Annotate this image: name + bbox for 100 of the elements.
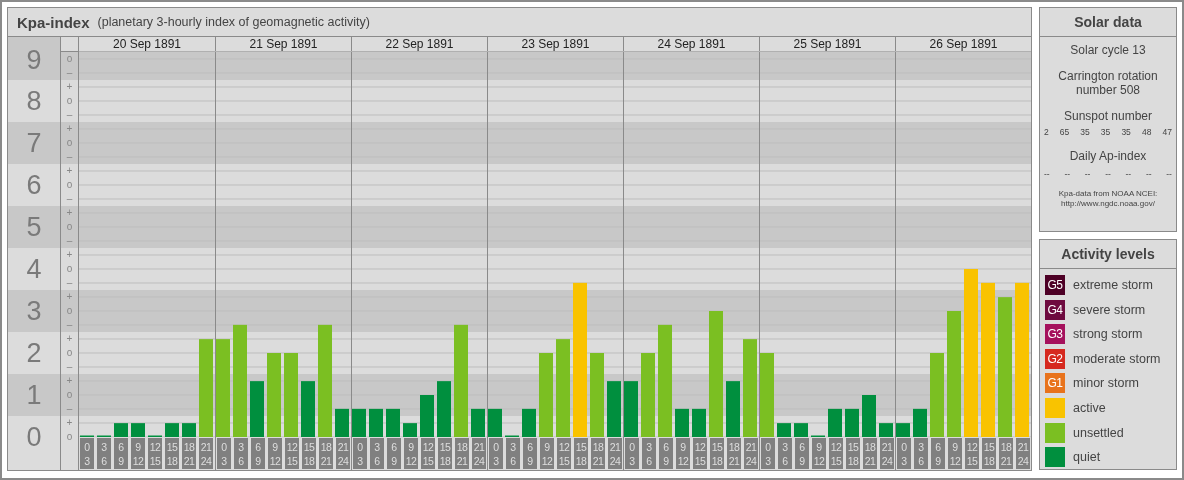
date-label: 23 Sep 1891 <box>487 37 623 51</box>
kp-bar <box>301 381 315 437</box>
level-label: active <box>1073 400 1106 415</box>
panel-subtitle: (planetary 3-hourly index of geomagnetic activity) <box>97 15 370 29</box>
ap-index-value: -- <box>1125 169 1132 179</box>
time-slot-label: 15 18 <box>846 438 860 469</box>
carrington-rotation-text: Carrington rotation number 508 <box>1057 69 1159 97</box>
tick-mark-label: + <box>65 80 74 94</box>
time-slot-label: 3 6 <box>97 438 111 469</box>
kp-bar <box>250 381 264 437</box>
time-slot-label: 3 6 <box>506 438 520 469</box>
time-slot-label: 3 6 <box>778 438 792 469</box>
time-slot-label: 15 18 <box>710 438 724 469</box>
kp-bar <box>692 408 706 437</box>
ap-index-value: -- <box>1105 169 1111 179</box>
tick-mark-label: o <box>65 430 74 444</box>
tick-mark-label: – <box>65 150 74 164</box>
time-slot-label: 3 6 <box>370 438 384 469</box>
kp-bar <box>114 423 128 437</box>
time-slot-label: 6 9 <box>523 438 537 469</box>
kp-bar <box>879 423 893 437</box>
kp-bar <box>624 381 638 437</box>
time-slot-label: 0 3 <box>80 438 94 469</box>
time-slot-label: 21 24 <box>1016 438 1030 469</box>
time-slot-label: 18 21 <box>182 438 196 469</box>
time-slot-label: 12 15 <box>829 438 843 469</box>
date-label: 24 Sep 1891 <box>623 37 759 51</box>
level-label: 8 <box>26 86 42 116</box>
kp-bar <box>471 408 485 437</box>
level-swatch: G1 <box>1045 373 1065 394</box>
time-slot-label: 12 15 <box>693 438 707 469</box>
kp-bar <box>777 423 791 437</box>
time-slot-label: 12 15 <box>557 438 571 469</box>
level-label: 6 <box>26 170 42 200</box>
time-slot-label: 18 21 <box>455 438 469 469</box>
time-slot-label: 6 9 <box>795 438 809 469</box>
time-slot-label: 6 9 <box>114 438 128 469</box>
time-slot-label: 21 24 <box>336 438 350 469</box>
time-slot-label: 15 18 <box>574 438 588 469</box>
time-slot-label: 6 9 <box>931 438 945 469</box>
time-slot-label: 21 24 <box>608 438 622 469</box>
tick-mark-label: + <box>65 164 74 178</box>
time-slot-label: 0 3 <box>625 438 639 469</box>
tick-mark-label: o <box>65 262 74 276</box>
time-slot-label: 12 15 <box>965 438 979 469</box>
kp-bar <box>913 408 927 437</box>
tick-mark-label: – <box>65 234 74 248</box>
tick-mark-label: + <box>65 332 74 346</box>
time-slot-label: 9 12 <box>268 438 282 469</box>
level-label: 0 <box>26 422 42 452</box>
ap-index-value: -- <box>1084 169 1091 179</box>
level-label: minor storm <box>1073 376 1139 391</box>
tick-mark-label: + <box>65 122 74 136</box>
level-swatch: G3 <box>1045 324 1065 345</box>
sunspot-value: 35 <box>1080 127 1090 137</box>
time-slot-label: 21 24 <box>744 438 758 469</box>
sunspot-heading: Sunspot number <box>1062 109 1154 123</box>
time-slot-label: 9 12 <box>540 438 554 469</box>
time-slot-label: 15 18 <box>302 438 316 469</box>
time-slot-label: 0 3 <box>489 438 503 469</box>
level-label: 7 <box>26 128 42 158</box>
tick-mark-label: – <box>65 108 74 122</box>
level-label: 3 <box>26 296 42 326</box>
sunspot-value: 35 <box>1121 127 1131 137</box>
time-slot-label: 6 9 <box>387 438 401 469</box>
kp-bar <box>862 395 876 437</box>
level-label: 1 <box>26 380 42 410</box>
source-url: http://www.ngdc.noaa.gov/ <box>1061 199 1155 209</box>
kp-bar <box>794 423 808 437</box>
tick-mark-label: – <box>65 360 74 374</box>
date-label: 21 Sep 1891 <box>215 37 351 51</box>
kp-bar <box>369 408 383 437</box>
time-slot-label: 3 6 <box>642 438 656 469</box>
time-slot-label: 15 18 <box>438 438 452 469</box>
sunspot-value: 35 <box>1100 127 1111 137</box>
tick-mark-label: + <box>65 248 74 262</box>
level-label: moderate storm <box>1073 351 1161 366</box>
kp-bar <box>522 408 536 437</box>
tick-mark-label: + <box>65 374 74 388</box>
time-slot-label: 21 24 <box>199 438 213 469</box>
ap-index-value: -- <box>1166 169 1172 179</box>
kp-bar <box>675 408 689 437</box>
kp-bar <box>131 423 145 437</box>
sunspot-value: 2 <box>1044 127 1049 137</box>
level-swatch: G2 <box>1045 348 1065 369</box>
source-note: Kpa-data from NOAA NCEI: <box>1058 189 1158 199</box>
tick-mark-label: – <box>65 402 74 416</box>
kp-bar <box>488 408 502 437</box>
kp-bar <box>352 408 366 437</box>
kp-bar <box>420 395 434 437</box>
time-slot-label: 9 12 <box>404 438 418 469</box>
time-slot-label: 0 3 <box>353 438 367 469</box>
panel-title: Kpa-index <box>17 13 90 31</box>
kp-bar <box>386 408 400 437</box>
tick-mark-label: o <box>65 346 74 360</box>
tick-mark-label: o <box>65 178 74 192</box>
kp-bar <box>182 423 196 437</box>
sunspot-value: 48 <box>1141 127 1152 137</box>
ap-index-value: -- <box>1145 169 1152 179</box>
time-slot-label: 12 15 <box>285 438 299 469</box>
